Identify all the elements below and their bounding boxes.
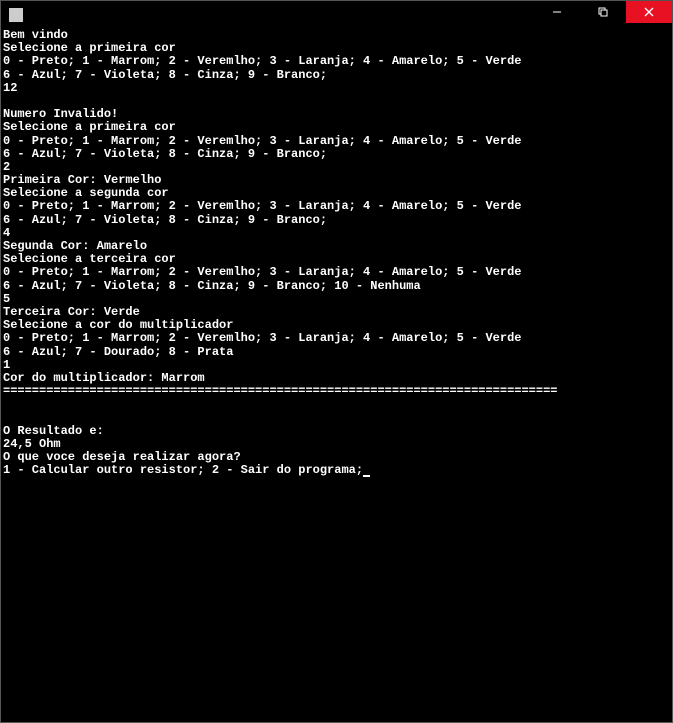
console-line <box>3 398 670 411</box>
console-window: Bem vindoSelecione a primeira cor0 - Pre… <box>0 0 673 723</box>
close-button[interactable] <box>626 1 672 23</box>
console-line: 0 - Preto; 1 - Marrom; 2 - Veremlho; 3 -… <box>3 266 670 279</box>
console-line: 6 - Azul; 7 - Violeta; 8 - Cinza; 9 - Br… <box>3 148 670 161</box>
titlebar[interactable] <box>1 1 672 29</box>
console-line: 5 <box>3 293 670 306</box>
console-line: 6 - Azul; 7 - Dourado; 8 - Prata <box>3 346 670 359</box>
window-controls <box>534 1 672 29</box>
console-line: ========================================… <box>3 385 670 398</box>
console-line: 0 - Preto; 1 - Marrom; 2 - Veremlho; 3 -… <box>3 55 670 68</box>
console-line: 0 - Preto; 1 - Marrom; 2 - Veremlho; 3 -… <box>3 332 670 345</box>
app-icon <box>9 8 23 22</box>
console-line: O Resultado e: <box>3 425 670 438</box>
console-line: 6 - Azul; 7 - Violeta; 8 - Cinza; 9 - Br… <box>3 69 670 82</box>
minimize-button[interactable] <box>534 1 580 23</box>
maximize-icon <box>598 7 608 17</box>
close-icon <box>644 7 654 17</box>
maximize-button[interactable] <box>580 1 626 23</box>
console-line: 6 - Azul; 7 - Violeta; 8 - Cinza; 9 - Br… <box>3 280 670 293</box>
console-line: 1 <box>3 359 670 372</box>
console-line <box>3 411 670 424</box>
console-line: 12 <box>3 82 670 95</box>
console-output[interactable]: Bem vindoSelecione a primeira cor0 - Pre… <box>1 29 672 722</box>
text-cursor <box>363 475 370 477</box>
console-line: 0 - Preto; 1 - Marrom; 2 - Veremlho; 3 -… <box>3 200 670 213</box>
console-line: Selecione a primeira cor <box>3 121 670 134</box>
console-line: 6 - Azul; 7 - Violeta; 8 - Cinza; 9 - Br… <box>3 214 670 227</box>
console-line: 1 - Calcular outro resistor; 2 - Sair do… <box>3 464 670 477</box>
minimize-icon <box>552 7 562 17</box>
console-line: 0 - Preto; 1 - Marrom; 2 - Veremlho; 3 -… <box>3 135 670 148</box>
